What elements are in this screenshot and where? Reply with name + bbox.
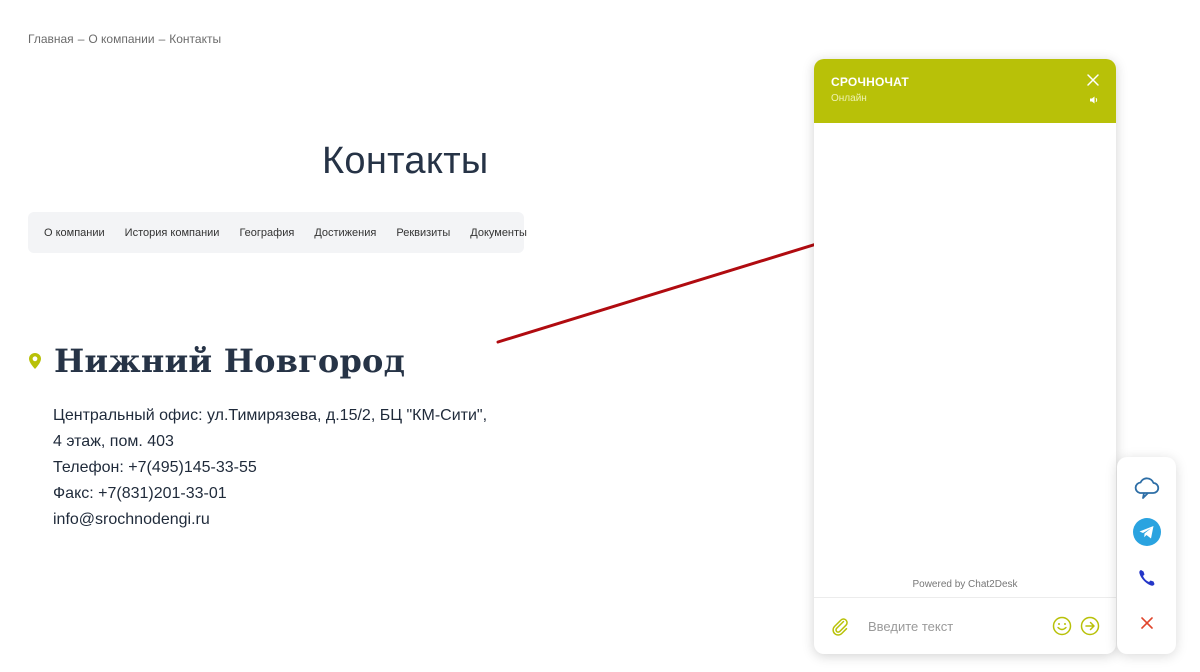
subnav-item-requisites[interactable]: Реквизиты (396, 227, 450, 239)
cloud-chat-icon (1134, 477, 1160, 499)
breadcrumb-about-link[interactable]: О компании (88, 32, 154, 46)
office-phone[interactable]: Телефон: +7(495)145-33-55 (53, 455, 487, 481)
chat-close-icon[interactable] (1086, 73, 1100, 87)
smiley-icon[interactable] (1052, 616, 1072, 636)
contact-widget-panel (1117, 457, 1176, 654)
telegram-button[interactable] (1131, 516, 1163, 548)
paperclip-icon[interactable] (830, 616, 850, 636)
close-icon (1141, 617, 1153, 629)
office-email[interactable]: info@srochnodengi.ru (53, 507, 487, 533)
location-pin-icon (29, 353, 41, 369)
chat-title: СРОЧНОЧАТ (831, 75, 909, 89)
breadcrumb: Главная – О компании – Контакты (28, 32, 221, 46)
chat-input-bar (814, 597, 1116, 654)
close-widget-button[interactable] (1131, 607, 1163, 639)
subnav-item-history[interactable]: История компании (125, 227, 220, 239)
office-address-floor: 4 этаж, пом. 403 (53, 433, 174, 450)
subnav-item-geography[interactable]: География (239, 227, 294, 239)
office-city-heading: Нижний Новгород (28, 342, 405, 380)
office-address: Центральный офис: ул.Тимирязева, д.15/2,… (53, 407, 488, 424)
send-arrow-icon[interactable] (1080, 616, 1100, 636)
subnav-item-documents[interactable]: Документы (470, 227, 527, 239)
breadcrumb-home-link[interactable]: Главная (28, 32, 74, 46)
breadcrumb-separator: – (158, 32, 166, 46)
breadcrumb-separator: – (77, 32, 85, 46)
chat-header: СРОЧНОЧАТ Онлайн (814, 59, 1116, 123)
breadcrumb-current: Контакты (169, 32, 222, 46)
office-fax: Факс: +7(831)201-33-01 (53, 485, 227, 502)
powered-by-label[interactable]: Powered by Chat2Desk (814, 579, 1116, 590)
subnav-item-achievements[interactable]: Достижения (314, 227, 376, 239)
telegram-icon (1133, 518, 1161, 546)
city-name: Нижний Новгород (54, 342, 406, 380)
company-subnav: О компании История компании География До… (28, 212, 527, 253)
phone-icon (1139, 570, 1155, 586)
chat-message-input[interactable] (868, 618, 1046, 634)
page-title: Контакты (322, 140, 489, 182)
chat-window: СРОЧНОЧАТ Онлайн Powered by Chat2Desk (814, 59, 1116, 654)
subnav-item-about[interactable]: О компании (44, 227, 105, 239)
sound-icon[interactable] (1089, 95, 1099, 105)
chat-messages-area (814, 123, 1116, 593)
chat-cloud-button[interactable] (1131, 471, 1163, 503)
chat-status: Онлайн (831, 93, 867, 104)
phone-button[interactable] (1131, 562, 1163, 594)
office-contact-details: Центральный офис: ул.Тимирязева, д.15/2,… (53, 403, 487, 533)
